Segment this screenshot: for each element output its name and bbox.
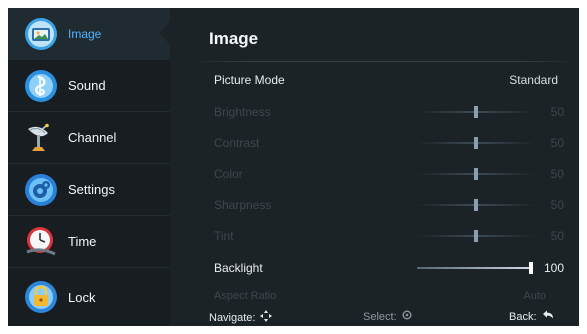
color-slider[interactable]: [417, 168, 535, 180]
tv-settings-screen: Image Sound Channel Settings Time Lock I…: [8, 8, 579, 326]
slider-knob[interactable]: [474, 106, 478, 118]
tint-label: Tint: [214, 229, 234, 243]
lock-icon: [22, 278, 60, 316]
settings-gear-icon: [22, 171, 60, 209]
tint-setting[interactable]: Tint 50: [214, 222, 574, 250]
select-hint: Select:: [363, 310, 412, 323]
sidebar-item-lock[interactable]: Lock: [8, 268, 170, 326]
brightness-slider[interactable]: [417, 106, 535, 118]
sidebar-item-sound[interactable]: Sound: [8, 60, 170, 112]
sidebar-item-label: Settings: [68, 182, 115, 197]
slider-knob[interactable]: [529, 262, 533, 274]
backlight-slider[interactable]: [417, 262, 533, 274]
dpad-arrows-icon: [260, 310, 273, 325]
color-setting[interactable]: Color 50: [214, 160, 574, 188]
footer-hints: Navigate: Select: Back:: [170, 306, 579, 326]
music-note-icon: [22, 67, 60, 105]
picture-mode-option[interactable]: Picture Mode Standard: [214, 66, 574, 94]
sharpness-value: 50: [550, 198, 564, 212]
slider-fill: [417, 204, 476, 206]
sharpness-slider[interactable]: [417, 199, 535, 211]
backlight-value: 100: [543, 261, 564, 275]
ok-button-icon: [402, 310, 412, 323]
navigate-label: Navigate:: [209, 311, 256, 324]
tint-slider[interactable]: [417, 230, 535, 242]
navigate-hint: Navigate:: [209, 310, 273, 325]
back-label: Back:: [509, 310, 537, 323]
contrast-setting[interactable]: Contrast 50: [214, 129, 574, 157]
aspect-ratio-value: Auto: [523, 290, 546, 302]
picture-mode-label: Picture Mode: [214, 73, 285, 87]
contrast-value: 50: [550, 136, 564, 150]
slider-fill: [417, 267, 531, 269]
sidebar-item-label: Lock: [68, 289, 96, 305]
back-hint: Back:: [509, 310, 554, 323]
settings-sidebar: Image Sound Channel Settings Time Lock: [8, 8, 170, 326]
brightness-label: Brightness: [214, 105, 271, 119]
slider-knob[interactable]: [474, 137, 478, 149]
slider-knob[interactable]: [474, 230, 478, 242]
aspect-ratio-label: Aspect Ratio: [214, 290, 277, 302]
sidebar-item-settings[interactable]: Settings: [8, 164, 170, 216]
sidebar-item-label: Channel: [68, 130, 117, 145]
color-label: Color: [214, 167, 243, 181]
sidebar-item-label: Image: [68, 26, 102, 41]
select-label: Select:: [363, 310, 397, 323]
slider-fill: [417, 173, 476, 175]
sidebar-item-image[interactable]: Image: [8, 8, 170, 60]
sidebar-item-time[interactable]: Time: [8, 216, 170, 268]
brightness-setting[interactable]: Brightness 50: [214, 98, 574, 126]
backlight-label: Backlight: [214, 261, 263, 275]
clock-icon: [22, 223, 60, 261]
page-title: Image: [209, 29, 259, 48]
backlight-setting[interactable]: Backlight 100: [214, 254, 574, 282]
image-settings-panel: Image Picture Mode Standard Brightness 5…: [170, 8, 579, 326]
tint-value: 50: [550, 229, 564, 243]
sharpness-setting[interactable]: Sharpness 50: [214, 191, 574, 219]
satellite-dish-icon: [22, 119, 60, 157]
title-divider: [190, 61, 579, 62]
slider-fill: [417, 142, 476, 144]
sidebar-item-label: Time: [68, 234, 97, 249]
sidebar-item-label: Sound: [68, 78, 106, 93]
active-indicator: [160, 21, 170, 45]
aspect-ratio-option[interactable]: Aspect Ratio Auto: [214, 286, 574, 306]
slider-fill: [417, 111, 476, 113]
color-value: 50: [550, 167, 564, 181]
sidebar-item-channel[interactable]: Channel: [8, 112, 170, 164]
brightness-value: 50: [550, 105, 564, 119]
slider-fill: [417, 235, 476, 237]
return-arrow-icon: [542, 310, 554, 323]
contrast-label: Contrast: [214, 136, 260, 150]
image-icon: [22, 15, 60, 53]
picture-mode-value: Standard: [509, 73, 558, 87]
contrast-slider[interactable]: [417, 137, 535, 149]
slider-knob[interactable]: [474, 168, 478, 180]
sharpness-label: Sharpness: [214, 198, 272, 212]
slider-knob[interactable]: [474, 199, 478, 211]
